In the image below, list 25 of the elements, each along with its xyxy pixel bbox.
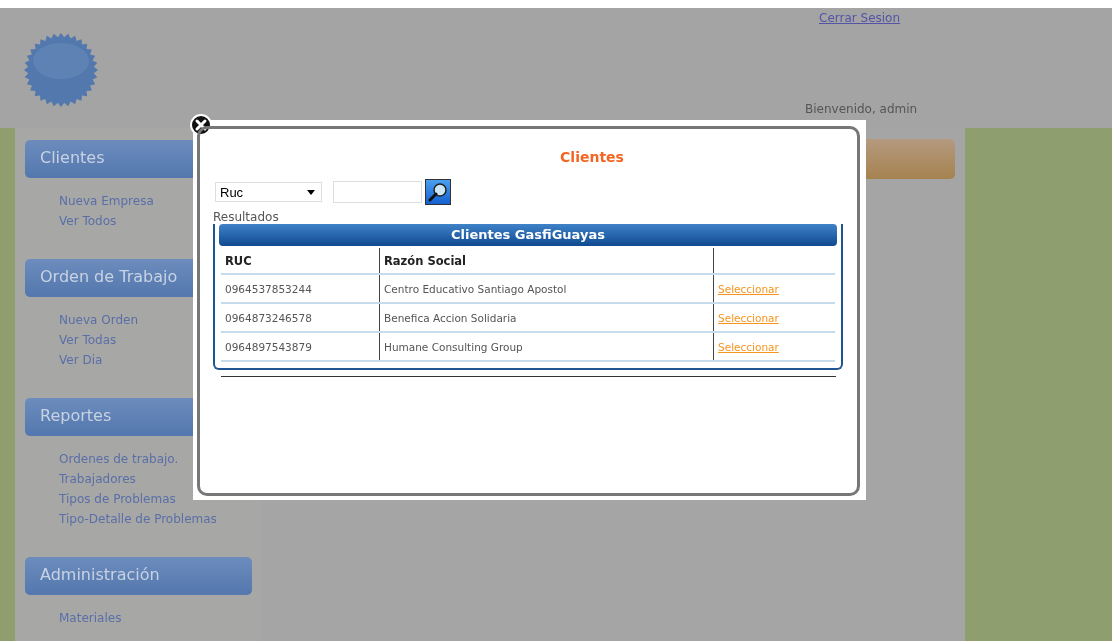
welcome-text: Bienvenido, admin [805, 102, 918, 116]
results-label: Resultados [213, 210, 280, 224]
search-button[interactable] [425, 179, 451, 205]
table-cell: 0964537853244 [221, 274, 380, 303]
section-header: Administración [25, 557, 252, 595]
table-cell: Centro Educativo Santiago Apostol [379, 274, 714, 303]
select-link[interactable]: Seleccionar [718, 311, 779, 324]
caret-icon [307, 189, 315, 195]
seal-logo-icon [24, 33, 98, 107]
table-caption: Clientes GasfiGuayas [219, 224, 837, 246]
column-header: Razón Social [379, 248, 714, 274]
column-header: RUC [221, 248, 380, 274]
dialog-title: Clientes [559, 149, 625, 167]
select-link[interactable]: Seleccionar [718, 340, 779, 353]
filter-dropdown[interactable]: Ruc [215, 182, 322, 202]
search-field[interactable] [333, 181, 422, 203]
logout-link[interactable]: Cerrar Sesion [819, 11, 901, 25]
select-link[interactable]: Seleccionar [718, 282, 779, 295]
sidebar-link[interactable]: Materiales [59, 610, 262, 626]
search-icon [428, 182, 448, 202]
table-cell: Humane Consulting Group [379, 332, 714, 361]
table-cell: 0964897543879 [221, 332, 380, 361]
sidebar-link[interactable]: Tipo-Detalle de Problemas [59, 511, 262, 527]
table-cell: 0964873246578 [221, 303, 380, 332]
table-cell: Benefica Accion Solidaria [379, 303, 714, 332]
